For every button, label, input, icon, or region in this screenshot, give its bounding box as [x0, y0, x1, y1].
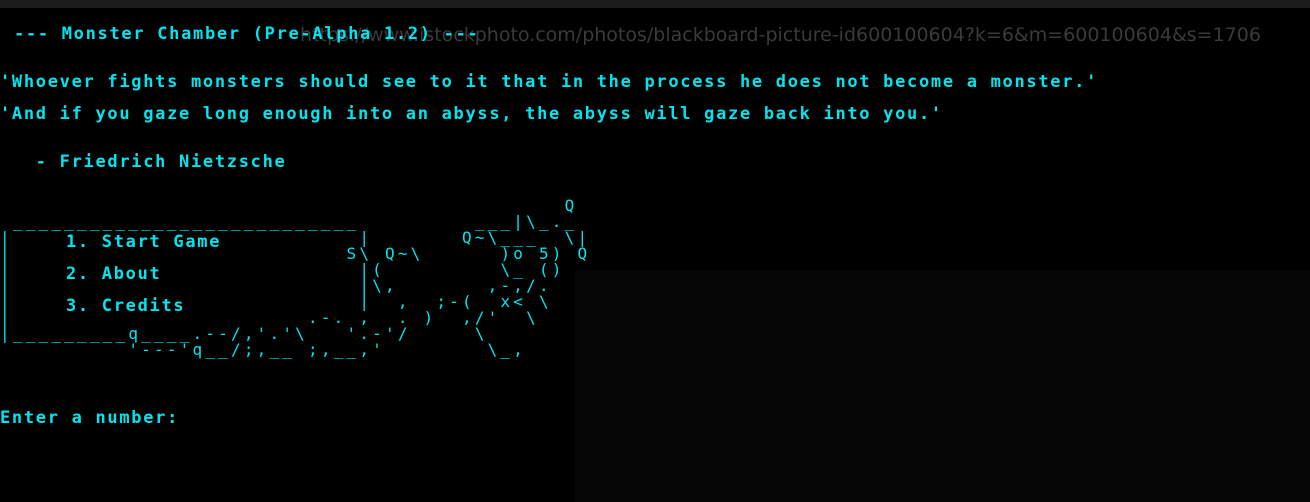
background-image-region: [575, 270, 1310, 502]
window-top-strip: [0, 0, 1310, 8]
input-prompt: Enter a number:: [0, 408, 180, 428]
menu-item-start-game[interactable]: 1. Start Game: [66, 232, 222, 252]
number-input-area[interactable]: [200, 408, 220, 428]
quote-author: - Friedrich Nietzsche: [0, 152, 287, 172]
game-title: --- Monster Chamber (Pre-Alpha 1.2) ---: [14, 24, 480, 44]
quote-line-1: 'Whoever fights monsters should see to i…: [0, 72, 1099, 92]
quote-line-2: 'And if you gaze long enough into an aby…: [0, 104, 943, 124]
menu-item-about[interactable]: 2. About: [66, 264, 162, 284]
menu-item-credits[interactable]: 3. Credits: [66, 296, 186, 316]
